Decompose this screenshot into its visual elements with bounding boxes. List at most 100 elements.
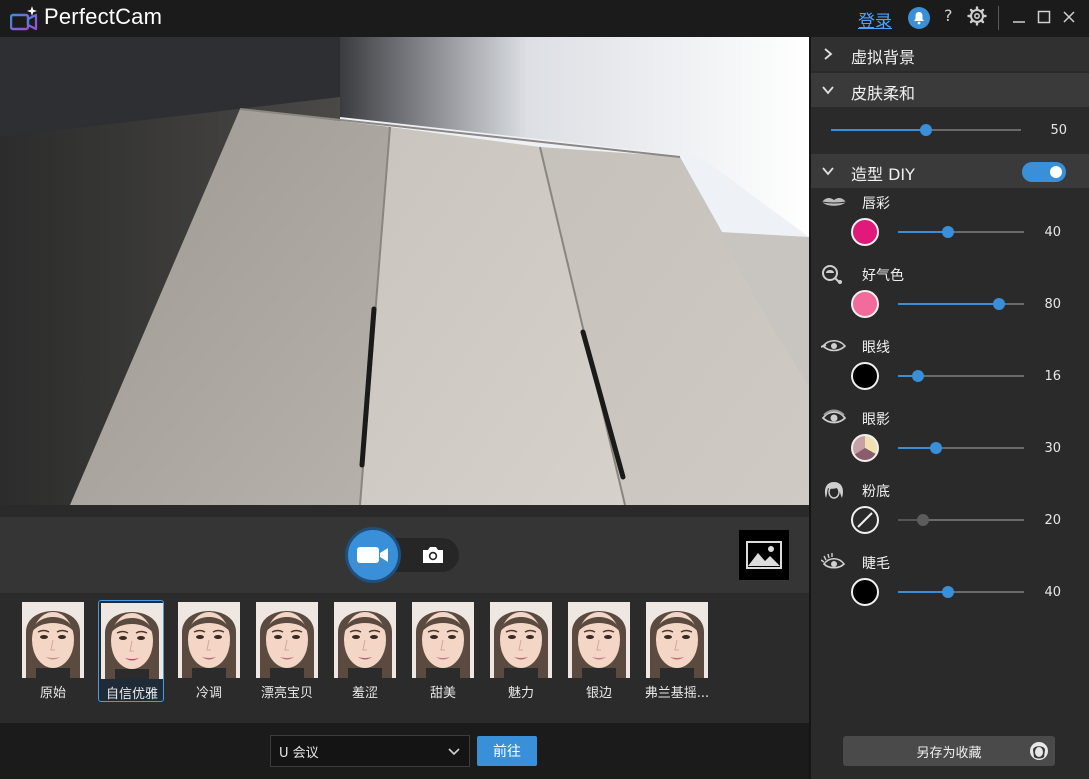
video-camera-icon — [357, 547, 388, 563]
skin-smoothing-value: 50 — [1050, 123, 1067, 138]
preset-item[interactable]: 冷调 — [176, 600, 242, 702]
gear-icon[interactable] — [967, 6, 987, 26]
feature-intensity-slider[interactable] — [898, 441, 1024, 455]
preset-item[interactable]: 羞涩 — [332, 600, 398, 702]
minimize-icon[interactable] — [1010, 8, 1028, 26]
preset-label: 冷调 — [195, 686, 222, 701]
skin-smoothing-slider[interactable] — [831, 123, 1021, 137]
feature-intensity-slider[interactable] — [898, 297, 1024, 311]
color-swatch[interactable] — [851, 290, 879, 318]
feature-intensity-slider[interactable] — [898, 513, 1024, 527]
feature-value: 80 — [1044, 297, 1061, 312]
feature-value: 16 — [1044, 369, 1061, 384]
lips-icon — [821, 198, 847, 206]
preset-thumbnail — [178, 602, 240, 678]
section-title: 皮肤柔和 — [851, 84, 916, 103]
slider-handle[interactable] — [942, 586, 955, 598]
gallery-button[interactable] — [739, 530, 789, 580]
slider-handle[interactable] — [942, 226, 955, 238]
feature-value: 30 — [1044, 441, 1061, 456]
slider-handle[interactable] — [992, 298, 1005, 310]
feature-value: 40 — [1044, 585, 1061, 600]
color-swatch[interactable] — [851, 362, 879, 390]
maximize-icon[interactable] — [1035, 8, 1053, 26]
meeting-select-value: U 会议 — [279, 745, 319, 761]
preset-thumbnail — [22, 602, 84, 678]
preset-thumbnail — [101, 603, 163, 679]
color-swatch[interactable] — [851, 506, 879, 534]
slider-handle[interactable] — [917, 514, 930, 526]
preset-thumbnail — [568, 602, 630, 678]
section-virtual-background[interactable]: 虚拟背景 — [811, 37, 1089, 71]
preset-item[interactable]: 漂亮宝贝 — [254, 600, 320, 702]
notification-button[interactable] — [908, 7, 930, 29]
preset-label: 漂亮宝贝 — [260, 686, 313, 701]
save-as-favorite-button[interactable]: 另存为收藏 — [843, 736, 1055, 766]
preset-label: 魅力 — [507, 686, 534, 701]
app-title: PerfectCam — [44, 4, 163, 29]
slider-handle[interactable] — [920, 124, 932, 136]
camera-icon[interactable] — [420, 544, 446, 566]
help-button[interactable]: ? — [944, 6, 953, 25]
video-mode-button[interactable] — [345, 527, 401, 583]
meeting-app-select[interactable]: U 会议 — [270, 735, 470, 767]
makeup-diy-toggle[interactable] — [1022, 162, 1066, 182]
preset-item[interactable]: 甜美 — [410, 600, 476, 702]
bell-icon — [914, 12, 924, 25]
preset-label: 自信优雅 — [105, 687, 158, 702]
preset-thumbnail — [256, 602, 318, 678]
camera-feed-image — [0, 37, 809, 505]
preset-item[interactable]: 魅力 — [488, 600, 554, 702]
save-as-favorite-label: 另存为收藏 — [916, 745, 982, 761]
eyeshadow-icon — [821, 409, 847, 424]
effects-panel: 虚拟背景 皮肤柔和 50 造型 DIY 另存为收藏 唇彩 40 好气色 80 眼线 16 眼… — [811, 37, 1089, 779]
preset-item[interactable]: 自信优雅 — [98, 600, 164, 702]
slider-handle[interactable] — [929, 442, 942, 454]
preset-item[interactable]: 原始 — [20, 600, 86, 702]
camera-preview — [0, 37, 809, 505]
eyelash-icon — [821, 553, 846, 569]
feature-label: 粉底 — [862, 484, 890, 500]
color-swatch[interactable] — [851, 434, 879, 462]
face-favorite-icon — [1030, 742, 1048, 760]
foundation-icon — [824, 482, 844, 499]
preset-thumbnail — [334, 602, 396, 678]
feature-label: 眼线 — [862, 340, 890, 356]
color-swatch[interactable] — [851, 218, 879, 246]
feature-label: 唇彩 — [862, 196, 890, 212]
login-link[interactable]: 登录 — [858, 7, 892, 32]
chevron-down-icon — [822, 167, 834, 176]
preset-label: 甜美 — [429, 686, 456, 701]
preset-label: 羞涩 — [351, 686, 378, 701]
slider-handle[interactable] — [912, 370, 925, 382]
chevron-down-icon — [822, 86, 834, 95]
chevron-right-icon — [824, 48, 833, 60]
no-color-icon — [857, 512, 873, 528]
chevron-down-icon — [448, 748, 460, 756]
feature-intensity-slider[interactable] — [898, 225, 1024, 239]
eyeliner-icon — [821, 339, 847, 352]
preset-label: 银边 — [585, 686, 612, 701]
go-button[interactable]: 前往 — [477, 736, 537, 766]
preset-item[interactable]: 弗兰基摇... — [644, 600, 710, 702]
blush-brush-icon — [822, 265, 842, 284]
capture-controls — [0, 517, 809, 593]
camera-bottom-strip — [0, 505, 809, 517]
feature-value: 20 — [1044, 513, 1061, 528]
close-icon[interactable] — [1060, 8, 1078, 26]
section-title: 虚拟背景 — [851, 48, 916, 67]
feature-value: 40 — [1044, 225, 1061, 240]
color-swatch[interactable] — [851, 578, 879, 606]
titlebar-divider — [998, 6, 999, 30]
section-skin-smoothing[interactable]: 皮肤柔和 — [811, 73, 1089, 107]
preset-label: 原始 — [39, 686, 66, 701]
bottom-bar: U 会议 前往 — [0, 723, 809, 779]
preset-item[interactable]: 银边 — [566, 600, 632, 702]
title-bar: PerfectCam 登录 ? — [0, 0, 1089, 37]
section-title: 造型 DIY — [851, 165, 915, 184]
makeup-presets: 原始 自信优雅 冷调 漂亮宝贝 羞涩 甜美 魅力 银边 弗兰基摇... — [0, 593, 809, 723]
preset-thumbnail — [490, 602, 552, 678]
preset-label: 弗兰基摇... — [644, 686, 710, 701]
feature-intensity-slider[interactable] — [898, 585, 1024, 599]
feature-intensity-slider[interactable] — [898, 369, 1024, 383]
